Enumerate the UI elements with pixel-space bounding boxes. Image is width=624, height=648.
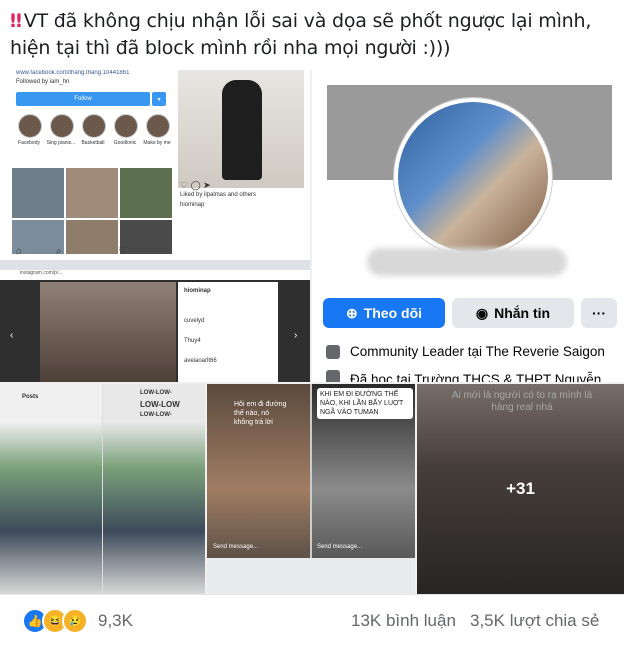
comment-count-link[interactable]: 13K bình luận [351, 611, 456, 631]
photo-tile-fb-profile[interactable]: ⊕ Theo dõi ◉ Nhắn tin ··· Community Leader… [312, 70, 624, 382]
reaction-count: 9,3K [98, 611, 133, 630]
chevron-right-icon: › [294, 330, 298, 341]
sad-reaction-icon: 😢 [62, 608, 88, 634]
heart-icon: ♡ ◯ ➤ [180, 180, 211, 190]
briefcase-icon [326, 344, 340, 359]
browser-url-bar: instagram.com/p/... [0, 270, 310, 280]
figure [222, 80, 262, 180]
comment-author: cuvelyd [184, 318, 205, 324]
home-icon: ⌂ [16, 246, 23, 257]
photo-thumb [120, 168, 172, 218]
photo-thumb [66, 220, 118, 254]
phone-screenshot-left [0, 384, 102, 594]
highlight-circle [82, 114, 106, 138]
ig-username: hiominap [180, 202, 205, 208]
reaction-summary[interactable]: 👍 😆 😢 9,3K [22, 608, 133, 634]
comments-panel: hiominap cuvelyd Thuy4 aveiaoarlt66 [178, 282, 278, 382]
chevron-left-icon: ‹ [10, 330, 14, 341]
follow-button: ⊕ Theo dõi [323, 298, 445, 328]
send-message-field: Send message... [317, 544, 363, 550]
chat-line: LOW-LOW- [140, 390, 172, 396]
ig-follow-button: Follow [16, 92, 150, 106]
photo-tile-car[interactable]: Posts LOW-LOW- LOW-LOW LOW-LOW- [0, 384, 205, 594]
post-footer: 👍 😆 😢 9,3K 13K bình luận 3,5K lượt chia … [0, 594, 624, 648]
browser-tabs [0, 260, 310, 270]
photo-grid: www.facebook.com/thang.thang.10441861 Fo… [0, 70, 624, 594]
chat-line: LOW-LOW [140, 400, 180, 409]
more-count: +31 [506, 479, 535, 498]
comment-author: Thuy4 [184, 338, 201, 344]
photo-tile-stories[interactable]: Hôi em đi đường thế nào, nó không trả lờ… [207, 384, 415, 594]
liked-by: Liked by ilpalmas and others [180, 192, 257, 198]
posts-header: Posts [22, 394, 39, 400]
story-sticker: KHI EM ĐI ĐƯỜNG THẾ NÀO, KHI LẦN BẤY LUỢ… [317, 388, 413, 419]
follow-icon: ⊕ [345, 304, 358, 321]
photo-thumb [12, 168, 64, 218]
chevron-down-icon: ▾ [152, 92, 166, 106]
chat-strip [207, 558, 415, 594]
more-photos-overlay: +31 [417, 384, 624, 594]
send-message-field: Send message... [213, 544, 259, 550]
more-button: ··· [581, 298, 617, 328]
profile-link: www.facebook.com/thang.thang.10441861 [16, 70, 130, 76]
highlight-label: Make by me [143, 140, 171, 146]
highlight-circle [114, 114, 138, 138]
avatar [394, 98, 552, 256]
double-exclamation-icon: ‼ [10, 10, 22, 32]
photo-thumb [66, 168, 118, 218]
photo-tile-instagram[interactable]: www.facebook.com/thang.thang.10441861 Fo… [0, 70, 310, 382]
highlight-circle [146, 114, 170, 138]
chat-line: LOW-LOW- [140, 412, 172, 418]
post-caption: ‼ VT đã không chịu nhận lỗi sai và dọa sẽ… [10, 8, 614, 62]
comment-author: aveiaoarlt66 [184, 358, 217, 364]
photo-tile-more[interactable]: Ai mới là người có to rạ mình là hàng re… [417, 384, 624, 594]
search-icon: ⌕ [56, 246, 62, 257]
highlight-circle [18, 114, 42, 138]
info-education: Đã học tại Trường THCS & THPT Nguyễn Tất [326, 370, 624, 382]
highlight-circle [50, 114, 74, 138]
message-button: ◉ Nhắn tin [452, 298, 574, 328]
messenger-icon: ◉ [475, 304, 489, 321]
blurred-name [367, 248, 567, 276]
comment-author: hiominap [184, 288, 211, 294]
caption-text: VT đã không chịu nhận lỗi sai và dọa sẽ … [10, 10, 592, 59]
share-count-link[interactable]: 3,5K lượt chia sẻ [470, 611, 599, 631]
photo-woman [40, 282, 176, 382]
heart-icon: ♡ [118, 246, 127, 257]
school-icon [326, 370, 340, 382]
info-work: Community Leader tại The Reverie Saigon [326, 344, 605, 359]
photo-thumb [120, 220, 172, 254]
browser-screenshot: instagram.com/p/... hiominap cuvelyd Thu… [0, 260, 310, 382]
followed-by: Followed by iam_hn [16, 79, 70, 85]
story-sticker: Hôi em đi đường thế nào, nó không trả lờ… [234, 401, 287, 426]
